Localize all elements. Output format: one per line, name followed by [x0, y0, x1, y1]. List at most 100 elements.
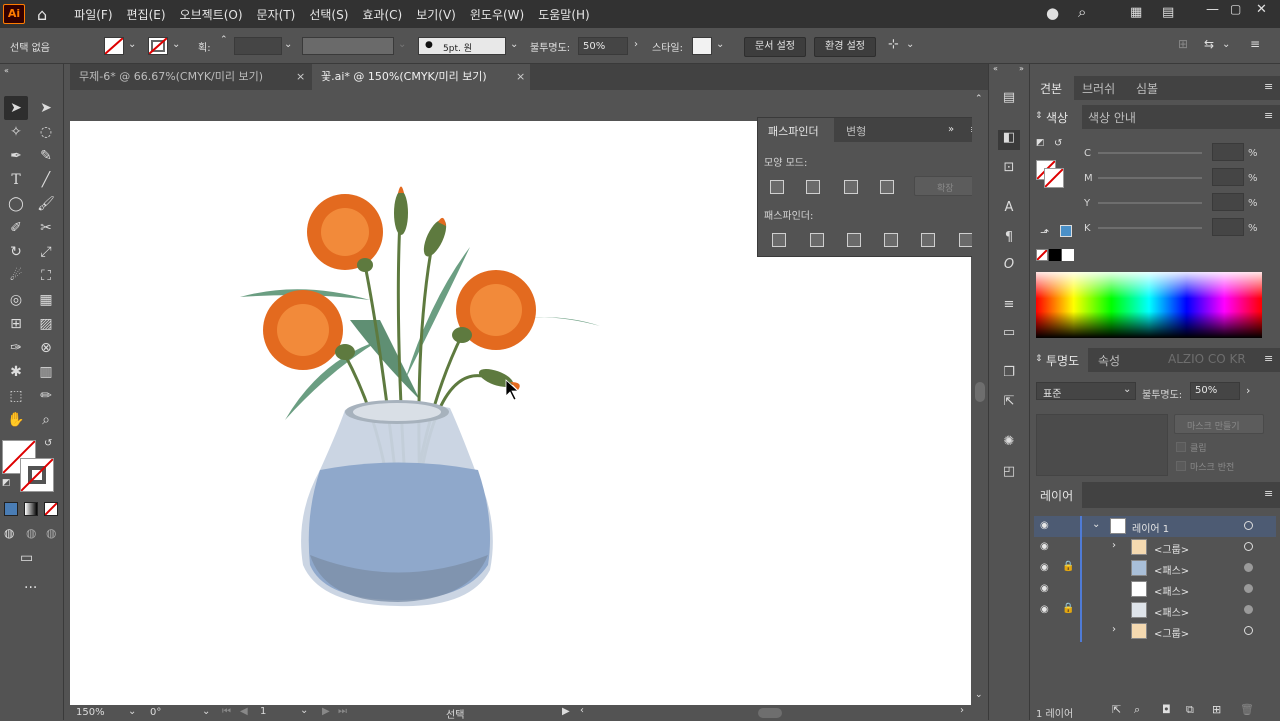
opentype-panel-icon[interactable]: O: [998, 257, 1020, 277]
exclude-icon[interactable]: [880, 180, 894, 194]
panels-icon[interactable]: ▤: [1162, 5, 1174, 20]
menu-select[interactable]: 선택(S): [302, 6, 355, 23]
out-of-gamut-icon[interactable]: ⬏: [1040, 226, 1049, 239]
blend-tool-icon[interactable]: ⊗: [34, 336, 58, 360]
first-artboard-icon[interactable]: ⏮: [222, 706, 231, 717]
line-tool-icon[interactable]: ╱: [34, 168, 58, 192]
lock-icon[interactable]: 🔒: [1062, 561, 1074, 572]
lock-icon[interactable]: 🔒: [1062, 603, 1074, 614]
target-circle-icon[interactable]: [1244, 542, 1253, 551]
preferences-button[interactable]: 환경 설정: [814, 37, 876, 57]
arrange-icon[interactable]: ⊹: [888, 37, 899, 52]
chevron-down-icon[interactable]: ⌄: [510, 39, 518, 50]
visibility-eye-icon[interactable]: ◉: [1040, 583, 1049, 594]
warp-tool-icon[interactable]: ☄: [4, 264, 28, 288]
close-tab-icon[interactable]: ×: [516, 70, 525, 83]
visibility-eye-icon[interactable]: ◉: [1040, 604, 1049, 615]
draw-normal-icon[interactable]: ◍: [4, 526, 14, 540]
libraries-panel-icon[interactable]: ◰: [998, 464, 1020, 484]
tab-color-guide[interactable]: 색상 안내: [1088, 109, 1136, 126]
channel-c-input[interactable]: [1212, 143, 1244, 161]
unite-icon[interactable]: [770, 180, 784, 194]
lasso-tool-icon[interactable]: ◌: [34, 120, 58, 144]
locate-object-icon[interactable]: ⌕: [1134, 703, 1140, 717]
crop-icon[interactable]: [884, 233, 898, 247]
layer-name[interactable]: <패스>: [1154, 562, 1189, 577]
layer-row[interactable]: ◉ ⌄ 레이어 1: [1034, 516, 1276, 537]
menu-file[interactable]: 파일(F): [67, 6, 119, 23]
tab-swatches[interactable]: 견본: [1040, 80, 1062, 97]
black-swatch[interactable]: [1049, 249, 1061, 261]
white-swatch[interactable]: [1062, 249, 1074, 261]
blend-mode-dropdown[interactable]: 표준 ⌄: [1036, 382, 1136, 400]
paragraph-panel-icon[interactable]: ¶: [998, 230, 1020, 250]
channel-k-input[interactable]: [1212, 218, 1244, 236]
align-icon[interactable]: ⊞: [1178, 37, 1188, 51]
expand-arrow-icon[interactable]: ›: [1112, 540, 1116, 551]
default-colors-icon[interactable]: ◩: [1036, 138, 1045, 148]
none-mode-icon[interactable]: [44, 502, 58, 516]
tab-brushes[interactable]: 브러쉬: [1082, 80, 1115, 97]
screen-mode-icon[interactable]: ▭: [20, 550, 33, 566]
panel-menu-icon[interactable]: ≡: [1264, 487, 1273, 500]
new-layer-icon[interactable]: ⊞: [1212, 703, 1221, 716]
expand-icon[interactable]: ⇕: [1035, 354, 1043, 364]
export-panel-icon[interactable]: ⇱: [998, 394, 1020, 414]
gradient-mode-icon[interactable]: [24, 502, 38, 516]
channel-k-slider[interactable]: [1098, 227, 1202, 229]
none-swatch[interactable]: [1036, 249, 1048, 261]
layer-name[interactable]: 레이어 1: [1132, 520, 1169, 535]
slice-tool-icon[interactable]: ✏: [34, 384, 58, 408]
layer-name[interactable]: <그룹>: [1154, 541, 1189, 556]
pen-tool-icon[interactable]: ✒: [4, 144, 28, 168]
stroke-swatch[interactable]: [148, 37, 168, 55]
scroll-thumb[interactable]: [975, 382, 985, 402]
color-spectrum[interactable]: [1036, 272, 1262, 338]
zoom-dropdown[interactable]: 150% ⌄: [72, 706, 138, 720]
horizontal-scroll-thumb[interactable]: [758, 708, 782, 718]
free-transform-tool-icon[interactable]: ⛶: [34, 264, 58, 288]
ellipse-tool-icon[interactable]: ◯: [4, 192, 28, 216]
swap-icon[interactable]: ↺: [44, 438, 52, 449]
minimize-icon[interactable]: —: [1206, 2, 1219, 17]
layer-name[interactable]: <패스>: [1154, 604, 1189, 619]
trim-icon[interactable]: [810, 233, 824, 247]
layer-row[interactable]: ◉ <패스>: [1034, 579, 1276, 600]
chevron-down-icon[interactable]: ⌄: [398, 39, 406, 50]
collapse-dock-icon[interactable]: «: [993, 64, 998, 73]
variable-width-dropdown[interactable]: [302, 37, 394, 55]
target-circle-icon[interactable]: [1244, 626, 1253, 635]
layer-row[interactable]: › <그룹>: [1034, 621, 1276, 642]
visibility-eye-icon[interactable]: ◉: [1040, 520, 1049, 531]
expand-arrow-icon[interactable]: ›: [1112, 624, 1116, 635]
fill-swatch[interactable]: [104, 37, 124, 55]
channel-y-slider[interactable]: [1098, 202, 1202, 204]
style-swatch[interactable]: [692, 37, 712, 55]
tab-symbols[interactable]: 심볼: [1136, 80, 1158, 97]
symbol-sprayer-tool-icon[interactable]: ✱: [4, 360, 28, 384]
magic-wand-tool-icon[interactable]: ✧: [4, 120, 28, 144]
close-tab-icon[interactable]: ×: [296, 70, 305, 83]
minus-front-icon[interactable]: [806, 180, 820, 194]
menu-object[interactable]: 오브젝트(O): [173, 6, 250, 23]
expand-dock-icon[interactable]: »: [1019, 64, 1024, 73]
chevron-right-icon[interactable]: ›: [634, 39, 638, 50]
curvature-tool-icon[interactable]: ✎: [34, 144, 58, 168]
next-artboard-icon[interactable]: ▶: [322, 706, 330, 717]
make-clipping-mask-icon[interactable]: ◘: [1162, 703, 1171, 716]
hand-tool-icon[interactable]: ✋: [4, 408, 28, 432]
target-circle-icon[interactable]: [1244, 563, 1253, 572]
chevron-down-icon[interactable]: ⌄: [172, 39, 180, 50]
stroke-panel-icon[interactable]: ≡: [998, 297, 1020, 317]
collapse-arrow-icon[interactable]: ⌄: [1092, 519, 1100, 530]
opacity-input[interactable]: 50%: [578, 37, 628, 55]
minus-back-icon[interactable]: [959, 233, 973, 247]
panel-menu-icon[interactable]: ≡: [1264, 80, 1273, 93]
menu-type[interactable]: 문자(T): [250, 6, 303, 23]
shape-builder-tool-icon[interactable]: ◎: [4, 288, 28, 312]
layer-row[interactable]: ◉ › <그룹>: [1034, 537, 1276, 558]
stroke-weight-input[interactable]: [234, 37, 282, 55]
merge-icon[interactable]: [847, 233, 861, 247]
export-icon[interactable]: ⇱: [1112, 703, 1121, 716]
artboard-tool-icon[interactable]: ⬚: [4, 384, 28, 408]
